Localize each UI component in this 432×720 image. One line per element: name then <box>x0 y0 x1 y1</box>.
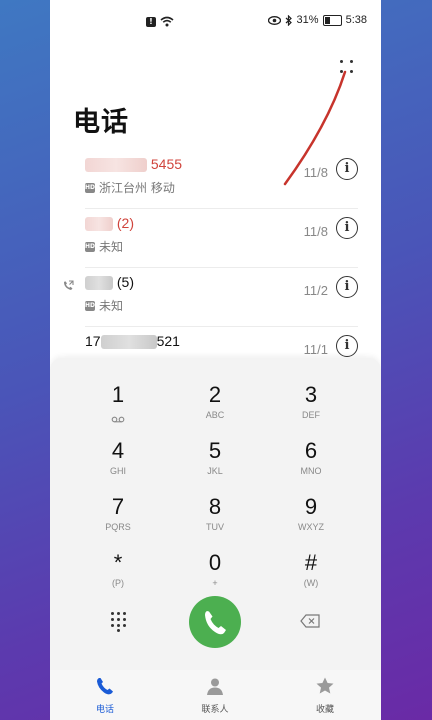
person-icon <box>207 678 223 695</box>
call-button[interactable] <box>189 596 241 648</box>
dial-key-9[interactable]: 9 WXYZ <box>261 494 361 546</box>
call-date: 11/1 <box>303 342 328 357</box>
caller-name: 17 521 <box>85 333 180 350</box>
caller-name: 5455 <box>85 156 182 173</box>
caller-name: (5) <box>85 274 134 291</box>
info-icon[interactable]: i <box>336 217 358 239</box>
hd-icon: HD <box>85 182 96 193</box>
dial-key-6[interactable]: 6 MNO <box>261 438 361 490</box>
bottom-nav: 电话 联系人 收藏 <box>50 670 381 720</box>
info-icon[interactable]: i <box>336 335 358 357</box>
dial-key-star[interactable]: * (P) <box>68 550 168 602</box>
caller-name: (2) <box>85 215 134 232</box>
dial-key-hash[interactable]: # (W) <box>261 550 361 602</box>
backspace-icon[interactable] <box>300 614 320 628</box>
hd-icon: HD <box>85 241 96 252</box>
info-icon[interactable]: i <box>336 276 358 298</box>
info-icon[interactable]: i <box>336 158 358 180</box>
dial-key-8[interactable]: 8 TUV <box>165 494 265 546</box>
dial-key-1[interactable]: 1 <box>68 382 168 434</box>
battery-icon <box>322 14 342 26</box>
call-log-row[interactable]: (2) HD 未知 11/8 i <box>85 209 358 268</box>
call-date: 11/8 <box>303 165 328 180</box>
redacted-blur <box>100 335 157 350</box>
call-date: 11/2 <box>303 283 328 298</box>
voicemail-icon <box>111 416 125 423</box>
page-title: 电话 <box>73 107 129 138</box>
redacted-blur <box>85 276 113 291</box>
tab-favorites[interactable]: 收藏 <box>285 676 365 715</box>
dialpad: 1 2 ABC 3 DEF 4 GHI 5 JKL 6 MNO 7 PQRS 8… <box>50 358 381 670</box>
phone-screen: ! 31% 5:38 电话 5455 HD 浙江台州 移动 11/8 i (2)… <box>50 0 381 720</box>
dial-key-4[interactable]: 4 GHI <box>68 438 168 490</box>
dial-key-0[interactable]: 0 + <box>165 550 265 602</box>
redacted-blur <box>85 158 147 173</box>
tab-phone[interactable]: 电话 <box>65 676 145 715</box>
phone-icon <box>205 611 226 635</box>
status-bar: ! 31% 5:38 <box>50 0 381 44</box>
dial-key-5[interactable]: 5 JKL <box>165 438 265 490</box>
call-date: 11/8 <box>303 224 328 239</box>
call-log-row[interactable]: (5) HD 未知 11/2 i <box>64 268 358 327</box>
dialpad-toggle-icon[interactable] <box>110 611 128 632</box>
caller-location: 未知 <box>99 240 124 254</box>
dial-key-3[interactable]: 3 DEF <box>261 382 361 434</box>
hd-icon: HD <box>85 300 96 311</box>
tab-contacts[interactable]: 联系人 <box>175 676 255 715</box>
call-log-row[interactable]: 5455 HD 浙江台州 移动 11/8 i <box>85 150 358 209</box>
alert-icon: ! <box>146 16 156 27</box>
dial-key-7[interactable]: 7 PQRS <box>68 494 168 546</box>
caller-location: 浙江台州 移动 <box>99 181 175 195</box>
clock: 5:38 <box>345 14 367 26</box>
caller-location: 未知 <box>99 299 124 313</box>
outgoing-call-icon <box>64 280 74 290</box>
battery-percent: 31% <box>296 14 319 26</box>
dial-key-2[interactable]: 2 ABC <box>165 382 265 434</box>
star-icon <box>316 677 334 694</box>
phone-icon <box>97 678 113 695</box>
redacted-blur <box>85 217 113 232</box>
eye-icon <box>267 15 281 25</box>
bluetooth-icon <box>285 14 292 26</box>
wifi-icon <box>160 16 174 27</box>
